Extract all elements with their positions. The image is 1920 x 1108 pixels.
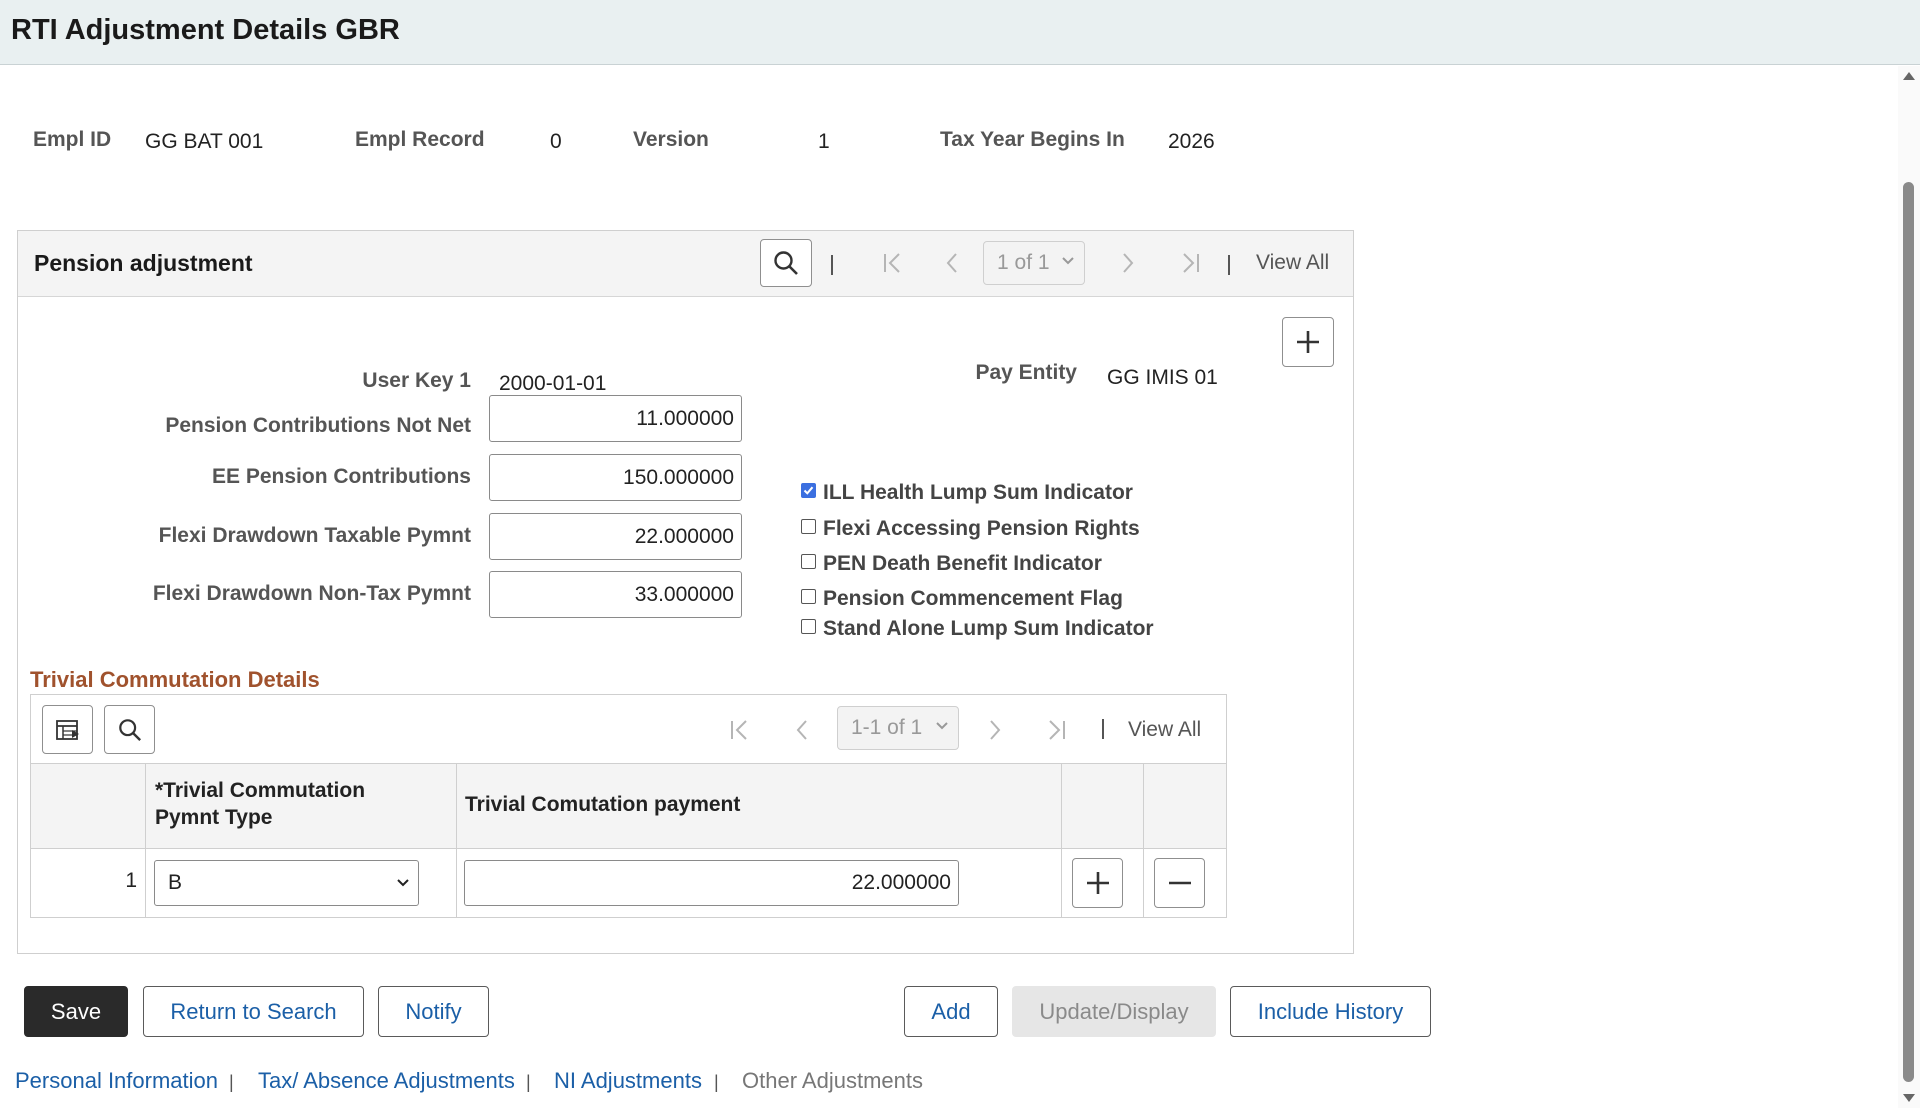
nav-tax-absence-adjustments[interactable]: Tax/ Absence Adjustments	[258, 1068, 515, 1094]
empl-record-label: Empl Record	[355, 128, 485, 151]
pension-panel-title: Pension adjustment	[34, 250, 253, 276]
add-icon	[1297, 331, 1319, 353]
grid-row-selector[interactable]: 1-1 of 1	[837, 706, 959, 750]
next-icon[interactable]	[1119, 251, 1137, 275]
page-title: RTI Adjustment Details GBR	[11, 14, 400, 46]
toolbar-separator	[831, 255, 833, 275]
nav-ni-adjustments[interactable]: NI Adjustments	[554, 1068, 702, 1094]
chevron-down-icon	[936, 722, 948, 730]
update-display-button: Update/Display	[1012, 986, 1216, 1037]
remove-icon	[1168, 881, 1191, 885]
add-row-button[interactable]	[1072, 858, 1123, 908]
col-header-line: *Trivial Commutation	[155, 779, 366, 802]
user-key-value: 2000-01-01	[499, 372, 607, 395]
nav-personal-information[interactable]: Personal Information	[15, 1068, 218, 1094]
delete-row-button[interactable]	[1154, 858, 1205, 908]
flexi-accessing-pension-rights-checkbox[interactable]	[801, 519, 816, 534]
toolbar-separator	[1228, 255, 1230, 275]
grid-view-all-link[interactable]: View All	[1128, 718, 1201, 742]
notify-button[interactable]: Notify	[378, 986, 489, 1037]
flexi-drawdown-taxable-label: Flexi Drawdown Taxable Pymnt	[158, 524, 471, 547]
pay-entity-value: GG IMIS 01	[1107, 366, 1218, 389]
stand-alone-lump-sum-checkbox[interactable]	[801, 619, 816, 634]
flexi-drawdown-non-tax-input[interactable]: 33.000000	[489, 571, 742, 618]
grid-find-button[interactable]	[104, 705, 155, 754]
return-to-search-button[interactable]: Return to Search	[143, 986, 364, 1037]
previous-icon[interactable]	[943, 251, 961, 275]
empl-id-value: GG BAT 001	[145, 130, 264, 153]
col-header-payment: Trivial Comutation payment	[465, 793, 741, 816]
empl-record-value: 0	[550, 130, 562, 153]
version-label: Version	[633, 128, 709, 151]
add-icon	[1086, 872, 1109, 894]
tax-year-value: 2026	[1168, 130, 1215, 153]
flexi-accessing-pension-rights-label: Flexi Accessing Pension Rights	[823, 517, 1140, 540]
personalize-grid-button[interactable]	[42, 705, 93, 754]
ee-pension-contributions-label: EE Pension Contributions	[211, 465, 471, 488]
stand-alone-lump-sum-label: Stand Alone Lump Sum Indicator	[823, 617, 1154, 640]
version-value: 1	[818, 130, 830, 153]
scroll-down-arrow[interactable]	[1903, 1094, 1915, 1102]
pymnt-type-select[interactable]: B	[154, 860, 419, 906]
scroll-up-arrow[interactable]	[1903, 72, 1915, 80]
ee-pension-contributions-input[interactable]: 150.000000	[489, 454, 742, 501]
search-icon	[118, 718, 141, 741]
pay-entity-label: Pay Entity	[975, 361, 1077, 384]
title-bar: RTI Adjustment Details GBR	[0, 0, 1920, 65]
col-header-pymnt-type: *Trivial Commutation Pymnt Type	[155, 777, 365, 831]
nav-other-adjustments: Other Adjustments	[742, 1068, 923, 1093]
pension-contributions-not-net-input[interactable]: 11.000000	[489, 395, 742, 442]
empl-id-label: Empl ID	[33, 128, 112, 151]
pension-pager-text: 1 of 1	[997, 251, 1050, 274]
table-row: 1 B 22.000000	[31, 849, 1226, 917]
user-key-label: User Key 1	[362, 369, 471, 392]
first-page-icon[interactable]	[729, 718, 751, 742]
flexi-drawdown-taxable-input[interactable]: 22.000000	[489, 513, 742, 560]
trivial-commutation-grid: 1-1 of 1 View All *Trivial Commutation P…	[30, 694, 1227, 918]
nav-separator: |	[714, 1072, 719, 1092]
trivial-payment-input[interactable]: 22.000000	[464, 860, 959, 906]
pension-contributions-not-net-label: Pension Contributions Not Net	[165, 414, 471, 437]
add-button[interactable]: Add	[904, 986, 998, 1037]
add-row-button[interactable]	[1282, 317, 1334, 367]
save-button[interactable]: Save	[24, 986, 128, 1037]
trivial-commutation-title: Trivial Commutation Details	[30, 667, 320, 692]
flexi-drawdown-non-tax-label: Flexi Drawdown Non-Tax Pymnt	[152, 582, 471, 605]
pension-commencement-flag-checkbox[interactable]	[801, 589, 816, 604]
search-icon	[774, 251, 798, 275]
row-number: 1	[125, 869, 137, 892]
checkmark-icon	[803, 486, 814, 495]
grid-pager-text: 1-1 of 1	[851, 716, 923, 739]
chevron-down-icon	[397, 879, 409, 887]
pension-view-all-link[interactable]: View All	[1256, 251, 1329, 275]
pen-death-benefit-checkbox[interactable]	[801, 554, 816, 569]
nav-separator: |	[229, 1072, 234, 1092]
ill-health-lump-sum-label: ILL Health Lump Sum Indicator	[823, 481, 1133, 504]
tax-year-label: Tax Year Begins In	[940, 128, 1125, 151]
next-icon[interactable]	[986, 718, 1004, 742]
pen-death-benefit-label: PEN Death Benefit Indicator	[823, 552, 1102, 575]
personalize-grid-icon	[55, 719, 79, 740]
last-page-icon[interactable]	[1179, 251, 1201, 275]
pension-commencement-flag-label: Pension Commencement Flag	[823, 587, 1123, 610]
last-page-icon[interactable]	[1045, 718, 1067, 742]
pension-panel-header: Pension adjustment 1 of 1 View All	[18, 231, 1353, 297]
find-button[interactable]	[760, 239, 812, 287]
ill-health-lump-sum-checkbox[interactable]	[801, 483, 816, 498]
previous-icon[interactable]	[793, 718, 811, 742]
col-header-line: Pymnt Type	[155, 806, 273, 829]
vertical-scrollbar[interactable]	[1898, 66, 1920, 1108]
pension-row-selector[interactable]: 1 of 1	[983, 241, 1085, 285]
include-history-button[interactable]: Include History	[1230, 986, 1431, 1037]
pymnt-type-value: B	[168, 871, 183, 894]
toolbar-separator	[1102, 719, 1104, 739]
first-page-icon[interactable]	[882, 251, 904, 275]
scroll-thumb[interactable]	[1903, 182, 1914, 1082]
nav-separator: |	[526, 1072, 531, 1092]
chevron-down-icon	[1062, 257, 1074, 265]
